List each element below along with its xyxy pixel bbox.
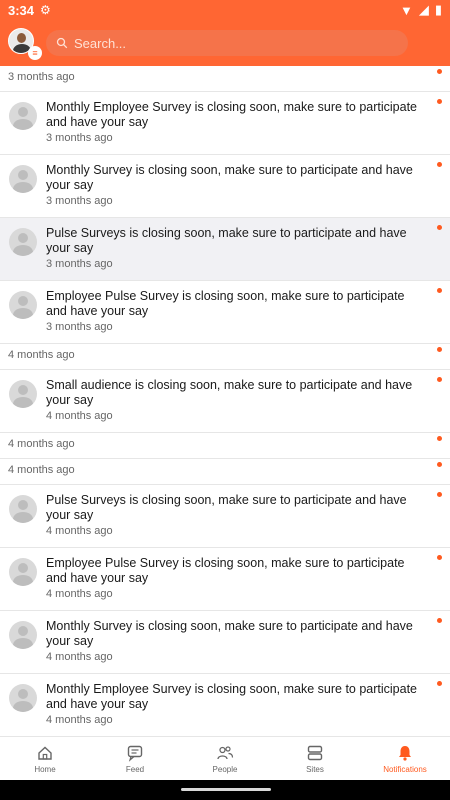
notification-item[interactable]: Monthly Survey is closing soon, make sur…	[0, 155, 450, 218]
bottom-tab-bar: Home Feed People Sites Notifications	[0, 736, 450, 780]
notification-time: 4 months ago	[46, 714, 113, 726]
unread-dot	[437, 555, 442, 560]
unread-dot	[437, 69, 442, 74]
gear-icon: ⚙	[40, 3, 51, 17]
unread-dot	[437, 162, 442, 167]
notification-text: Employee Pulse Survey is closing soon, m…	[46, 289, 405, 318]
tab-home[interactable]: Home	[0, 737, 90, 780]
notification-time: 3 months ago	[46, 195, 113, 207]
notification-time: 4 months ago	[46, 588, 113, 600]
tab-label: Home	[34, 764, 56, 774]
notification-text: Pulse Surveys is closing soon, make sure…	[46, 493, 407, 522]
notification-item[interactable]: Employee Pulse Survey is closing soon, m…	[0, 281, 450, 344]
unread-dot	[437, 377, 442, 382]
unread-dot	[437, 681, 442, 686]
notification-item[interactable]: Monthly Survey is closing soon, make sur…	[0, 611, 450, 674]
unread-dot	[437, 288, 442, 293]
tab-label: People	[212, 764, 238, 774]
separator-time: 4 months ago	[8, 464, 75, 476]
notification-time: 4 months ago	[46, 525, 113, 537]
avatar-placeholder-icon	[9, 380, 37, 408]
signal-icon: ◢	[418, 2, 429, 17]
notification-item[interactable]: Pulse Surveys is closing soon, make sure…	[0, 485, 450, 548]
tab-feed[interactable]: Feed	[90, 737, 180, 780]
unread-dot	[437, 225, 442, 230]
notification-time: 3 months ago	[46, 321, 113, 333]
unread-dot	[437, 436, 442, 441]
status-time: 3:34	[8, 2, 35, 18]
search-input[interactable]: Search...	[46, 30, 408, 56]
notification-item[interactable]: Employee Pulse Survey is closing soon, m…	[0, 548, 450, 611]
chat-icon	[127, 745, 143, 762]
unread-dot	[437, 99, 442, 104]
avatar-placeholder-icon	[9, 291, 37, 319]
bell-icon	[399, 745, 411, 761]
notification-item[interactable]: Small audience is closing soon, make sur…	[0, 370, 450, 433]
unread-dot	[437, 347, 442, 352]
people-icon	[217, 745, 234, 759]
app-bar: ≡ Search...	[0, 20, 450, 66]
system-nav-bar	[0, 780, 450, 800]
notification-text: Small audience is closing soon, make sur…	[46, 378, 413, 407]
notification-text: Monthly Survey is closing soon, make sur…	[46, 619, 413, 648]
separator-time: 4 months ago	[8, 349, 75, 361]
avatar-placeholder-icon	[9, 558, 37, 586]
unread-dot	[437, 492, 442, 497]
avatar-placeholder-icon	[9, 228, 37, 256]
tab-sites[interactable]: Sites	[270, 737, 360, 780]
tab-label: Sites	[306, 764, 324, 774]
notification-text: Monthly Survey is closing soon, make sur…	[46, 163, 413, 192]
notification-time: 4 months ago	[46, 651, 113, 663]
notification-item[interactable]: Monthly Employee Survey is closing soon,…	[0, 674, 450, 736]
notification-text: Monthly Employee Survey is closing soon,…	[46, 100, 418, 129]
notification-time: 3 months ago	[46, 258, 113, 270]
profile-avatar-button[interactable]: ≡	[8, 28, 42, 60]
tab-label: Feed	[125, 764, 145, 774]
tab-notifications[interactable]: Notifications	[360, 737, 450, 780]
unread-dot	[437, 462, 442, 467]
avatar-placeholder-icon	[9, 684, 37, 712]
date-separator: 3 months ago	[0, 66, 450, 92]
avatar-placeholder-icon	[9, 495, 37, 523]
battery-icon: ▮	[434, 2, 442, 17]
tab-people[interactable]: People	[180, 737, 270, 780]
date-separator: 4 months ago	[0, 459, 450, 485]
menu-icon: ≡	[28, 46, 42, 60]
home-gesture-pill[interactable]	[181, 788, 271, 791]
status-bar: 3:34 ⚙ ▼ ◢ ▮	[0, 0, 450, 20]
separator-time: 4 months ago	[8, 438, 75, 450]
notification-time: 4 months ago	[46, 410, 113, 422]
notification-text: Pulse Surveys is closing soon, make sure…	[46, 226, 407, 255]
date-separator: 4 months ago	[0, 433, 450, 459]
notification-text: Employee Pulse Survey is closing soon, m…	[46, 556, 405, 585]
avatar-placeholder-icon	[9, 621, 37, 649]
notification-list[interactable]: 3 months ago Monthly Employee Survey is c…	[0, 66, 450, 736]
unread-dot	[437, 618, 442, 623]
notification-item[interactable]: Monthly Employee Survey is closing soon,…	[0, 92, 450, 155]
notification-time: 3 months ago	[46, 132, 113, 144]
avatar-placeholder-icon	[9, 102, 37, 130]
sites-icon	[307, 745, 323, 760]
separator-time: 3 months ago	[8, 71, 75, 83]
wifi-icon: ▼	[399, 2, 413, 18]
search-placeholder: Search...	[74, 35, 127, 51]
tab-label: Notifications	[383, 764, 427, 774]
search-icon	[56, 37, 68, 49]
notification-text: Monthly Employee Survey is closing soon,…	[46, 682, 418, 711]
date-separator: 4 months ago	[0, 344, 450, 370]
notification-item[interactable]: Pulse Surveys is closing soon, make sure…	[0, 218, 450, 281]
home-icon	[38, 746, 52, 760]
avatar-placeholder-icon	[9, 165, 37, 193]
status-icons: ▼ ◢ ▮	[400, 2, 442, 18]
